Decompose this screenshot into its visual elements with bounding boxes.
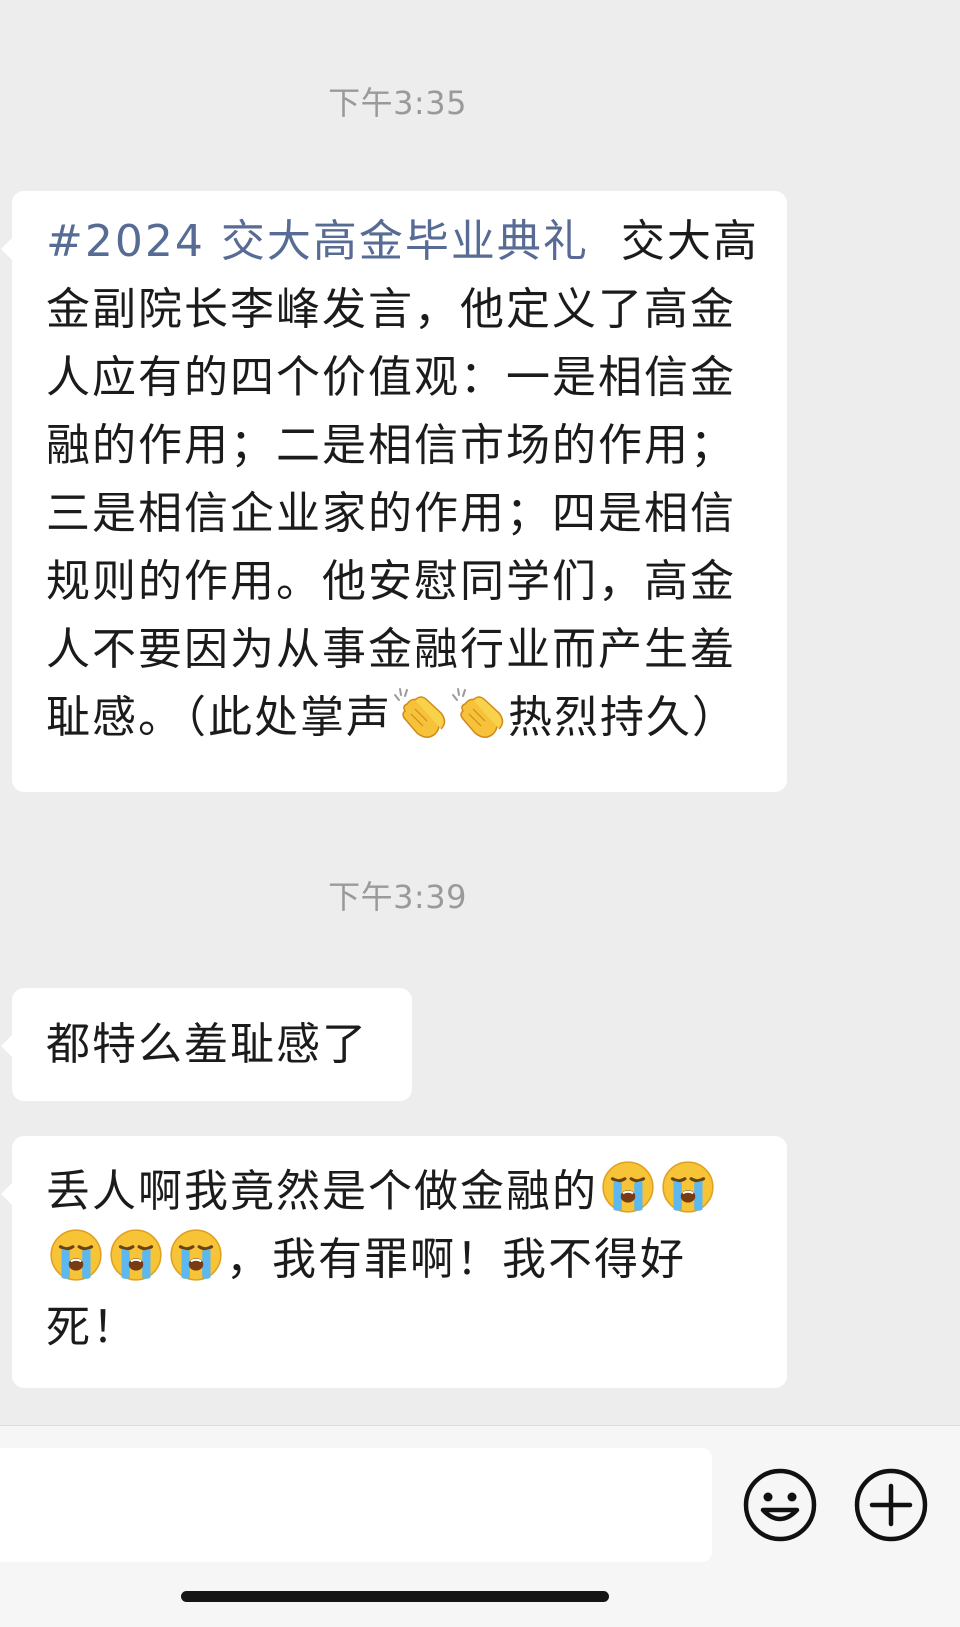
message-line: ，我有罪啊！我不得好	[46, 1226, 757, 1294]
home-indicator	[181, 1591, 609, 1602]
chat-screen: 下午3:35 #2024 交大高金毕业典礼 交大高 金副院长李峰发言，他定义了高…	[0, 0, 960, 1627]
message-bubble[interactable]: #2024 交大高金毕业典礼 交大高 金副院长李峰发言，他定义了高金 人应有的四…	[1, 191, 787, 792]
hashtag-link[interactable]: #2024 交大高金毕业典礼	[46, 216, 589, 267]
loudly-crying-face-icon	[107, 1226, 165, 1284]
clapping-hands-icon	[451, 686, 507, 742]
emoji-icon[interactable]	[741, 1466, 819, 1544]
message-line: 人不要因为从事金融行业而产生羞	[46, 624, 736, 675]
input-bar	[0, 1425, 960, 1627]
message-line: 融的作用；二是相信市场的作用；	[46, 420, 736, 471]
message-line: 三是相信企业家的作用；四是相信	[46, 488, 736, 539]
timestamp: 下午3:39	[328, 878, 467, 916]
clapping-hands-icon	[393, 686, 449, 742]
message-bubble[interactable]: 丢人啊我竟然是个做金融的 ，我有罪啊！我不得好 死！	[1, 1136, 787, 1388]
message-line: 丢人啊我竟然是个做金融的	[46, 1158, 757, 1226]
loudly-crying-face-icon	[47, 1226, 105, 1284]
plus-icon[interactable]	[852, 1466, 930, 1544]
loudly-crying-face-icon	[599, 1158, 657, 1216]
message-line: 金副院长李峰发言，他定义了高金	[46, 284, 736, 335]
message-line: 死！	[46, 1302, 138, 1353]
message-line: 规则的作用。他安慰同学们，高金	[46, 556, 736, 607]
message-line: #2024 交大高金毕业典礼 交大高	[46, 216, 759, 267]
loudly-crying-face-icon	[167, 1226, 225, 1284]
timestamp: 下午3:35	[328, 84, 467, 122]
message-bubble[interactable]: 都特么羞耻感了	[1, 988, 412, 1101]
message-input[interactable]	[0, 1448, 712, 1562]
loudly-crying-face-icon	[659, 1158, 717, 1216]
message-line: 耻感。（此处掌声 热烈持久）	[46, 684, 757, 752]
message-line: 都特么羞耻感了	[46, 1019, 368, 1070]
message-line: 人应有的四个价值观：一是相信金	[46, 352, 736, 403]
